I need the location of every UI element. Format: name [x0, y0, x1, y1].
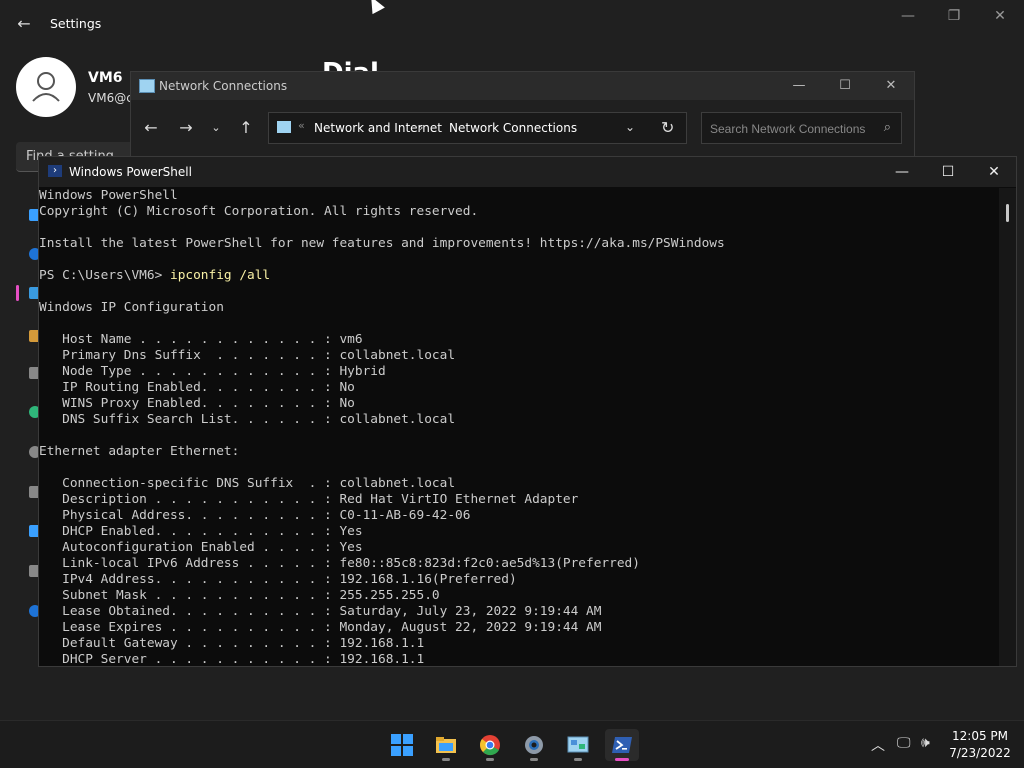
console-line: Copyright (C) Microsoft Corporation. All… — [39, 204, 479, 219]
minimize-icon[interactable]: — — [879, 157, 925, 187]
settings-button[interactable] — [517, 729, 551, 761]
console-line: DNS Suffix Search List. . . . . . : coll… — [39, 412, 456, 427]
console-line: Default Gateway . . . . . . . . . : 192.… — [39, 636, 425, 651]
console-text: Windows PowerShell Copyright (C) Microsof… — [39, 188, 999, 666]
chrome-icon — [480, 735, 500, 756]
powershell-icon: › — [48, 165, 62, 177]
console-line: PS C:\Users\VM6> ipconfig /all — [39, 268, 271, 283]
scrollbar[interactable] — [999, 188, 1016, 666]
overflow-chevron-icon[interactable]: « — [298, 119, 305, 132]
powershell-window: › Windows PowerShell — ☐ ✕ Windows Power… — [38, 156, 1017, 667]
search-box[interactable]: ⌕ — [701, 112, 902, 145]
restore-icon[interactable]: ❐ — [931, 0, 977, 32]
network-connections-window: Network Connections — ☐ ✕ ← → ⌄ ↑ « Netw… — [130, 71, 915, 158]
taskbar: ︿ 🖵 🕪 12:05 PM 7/23/2022 — [0, 720, 1024, 768]
back-arrow-icon[interactable]: ← — [14, 14, 34, 34]
console-line: Windows IP Configuration — [39, 300, 224, 315]
clock-time[interactable]: 12:05 PM — [948, 729, 1012, 743]
control-panel-icon — [277, 121, 291, 133]
scrollbar-thumb[interactable] — [1006, 204, 1009, 222]
chevron-right-icon[interactable]: › — [419, 121, 423, 134]
minimize-icon[interactable]: — — [885, 0, 931, 32]
close-icon[interactable]: ✕ — [868, 72, 914, 100]
powershell-icon — [612, 737, 632, 753]
clock-date[interactable]: 7/23/2022 — [948, 746, 1012, 760]
minimize-icon[interactable]: — — [776, 72, 822, 100]
address-bar[interactable]: « Network and Internet › Network Connect… — [268, 112, 687, 144]
console-line: Autoconfiguration Enabled . . . . : Yes — [39, 540, 363, 555]
settings-title: Settings — [50, 16, 102, 31]
powershell-button[interactable] — [605, 729, 639, 761]
folder-icon — [436, 737, 456, 753]
console-line: Ethernet adapter Ethernet: — [39, 444, 240, 459]
refresh-icon[interactable]: ↻ — [661, 118, 674, 137]
window-title: Network Connections — [159, 79, 288, 93]
forward-icon[interactable]: → — [171, 110, 201, 146]
start-button[interactable] — [385, 729, 419, 761]
console-line: IP Routing Enabled. . . . . . . . : No — [39, 380, 355, 395]
console-line: Primary Dns Suffix . . . . . . . : colla… — [39, 348, 456, 363]
user-name: VM6 — [88, 70, 123, 86]
console-command: ipconfig /all — [169, 268, 271, 283]
console-line: DHCP Enabled. . . . . . . . . . . : Yes — [39, 524, 363, 539]
windows-logo-icon — [391, 734, 413, 756]
control-panel-button[interactable] — [561, 729, 595, 761]
search-icon[interactable]: ⌕ — [884, 120, 891, 135]
console-line: Description . . . . . . . . . . . : Red … — [39, 492, 579, 507]
console-line: Install the latest PowerShell for new fe… — [39, 236, 725, 251]
console-line: Connection-specific DNS Suffix . : colla… — [39, 476, 456, 491]
chevron-down-icon[interactable]: ⌄ — [625, 120, 635, 134]
console-line: Host Name . . . . . . . . . . . . : vm6 — [39, 332, 363, 347]
recent-locations-icon[interactable]: ⌄ — [201, 110, 231, 146]
network-status-icon[interactable]: 🖵 — [897, 735, 911, 751]
console-line: WINS Proxy Enabled. . . . . . . . : No — [39, 396, 355, 411]
console-line: Node Type . . . . . . . . . . . . : Hybr… — [39, 364, 386, 379]
file-explorer-button[interactable] — [429, 729, 463, 761]
nav-selected-indicator — [16, 285, 19, 301]
console-line: Physical Address. . . . . . . . . : C0-1… — [39, 508, 471, 523]
back-icon[interactable]: ← — [136, 110, 166, 146]
user-email: VM6@c — [88, 91, 133, 105]
console-line: IPv4 Address. . . . . . . . . . . : 192.… — [39, 572, 517, 587]
network-folder-icon — [139, 79, 155, 93]
console-line: Windows PowerShell — [39, 188, 178, 203]
gear-icon — [525, 736, 543, 754]
search-input[interactable] — [702, 113, 882, 145]
close-icon[interactable]: ✕ — [971, 157, 1017, 187]
close-icon[interactable]: ✕ — [977, 0, 1023, 32]
maximize-icon[interactable]: ☐ — [822, 72, 868, 100]
up-icon[interactable]: ↑ — [231, 110, 261, 146]
title-bar[interactable]: Network Connections — ☐ ✕ — [131, 72, 914, 100]
console-line: DHCP Server . . . . . . . . . . . : 192.… — [39, 652, 425, 666]
console-line: Link-local IPv6 Address . . . . . : fe80… — [39, 556, 640, 571]
console-output[interactable]: Windows PowerShell Copyright (C) Microsof… — [39, 188, 999, 666]
volume-icon[interactable]: 🕪 — [921, 735, 930, 751]
maximize-icon[interactable]: ☐ — [925, 157, 971, 187]
breadcrumb-network-connections[interactable]: Network Connections — [449, 121, 577, 135]
control-panel-icon — [567, 736, 589, 753]
user-icon — [32, 72, 60, 102]
window-title: Windows PowerShell — [69, 165, 192, 179]
title-bar[interactable]: › Windows PowerShell — ☐ ✕ — [39, 157, 1016, 187]
chrome-button[interactable] — [473, 729, 507, 761]
show-hidden-icons-chevron-icon[interactable]: ︿ — [871, 735, 885, 755]
console-line: Lease Obtained. . . . . . . . . . : Satu… — [39, 604, 602, 619]
console-line: Subnet Mask . . . . . . . . . . . : 255.… — [39, 588, 440, 603]
avatar[interactable] — [16, 57, 76, 117]
console-line: Lease Expires . . . . . . . . . . : Mond… — [39, 620, 602, 635]
